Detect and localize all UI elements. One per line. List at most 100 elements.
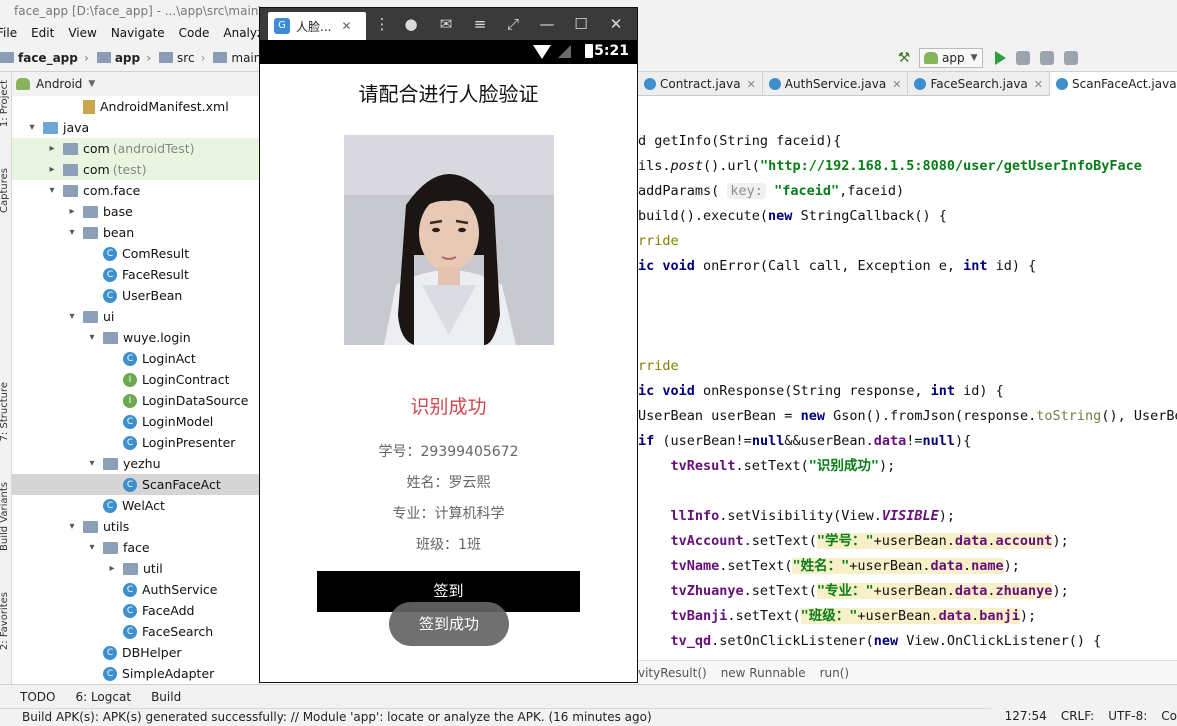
tab-face-search[interactable]: FaceSearch.java ✕ bbox=[908, 72, 1050, 96]
tree-item-label: com bbox=[83, 141, 110, 156]
tree-item[interactable]: ▸ com (androidTest) bbox=[12, 138, 259, 159]
tree-item[interactable]: ▾ com.face bbox=[12, 180, 259, 201]
expand-arrow-icon[interactable]: ▾ bbox=[46, 185, 58, 196]
tree-item[interactable]: C ScanFaceAct bbox=[12, 474, 259, 495]
project-view-header[interactable]: Android ▼ bbox=[12, 72, 259, 96]
sync-icon[interactable] bbox=[1063, 51, 1078, 65]
tree-item[interactable]: C ComResult bbox=[12, 243, 259, 264]
menu-file[interactable]: File bbox=[0, 26, 23, 40]
tree-item[interactable]: C DBHelper bbox=[12, 642, 259, 663]
code-crumb[interactable]: new Runnable bbox=[721, 666, 806, 680]
breadcrumb-main[interactable]: main bbox=[213, 51, 261, 65]
run-toolbar: ⚒ app ▼ bbox=[895, 47, 1078, 69]
run-icon[interactable] bbox=[994, 51, 1006, 65]
tree-item[interactable]: ▸ base bbox=[12, 201, 259, 222]
code-crumb[interactable]: run() bbox=[820, 666, 850, 680]
run-config-select[interactable]: app ▼ bbox=[919, 48, 983, 68]
maximize-icon[interactable]: ☐ bbox=[571, 15, 591, 33]
expand-arrow-icon[interactable]: ▾ bbox=[86, 458, 98, 469]
tool-tab-captures[interactable]: Captures bbox=[0, 168, 10, 213]
tree-item[interactable]: C LoginAct bbox=[12, 348, 259, 369]
expand-arrow-icon[interactable]: ▾ bbox=[66, 227, 78, 238]
tree-item[interactable]: ▾ face bbox=[12, 537, 259, 558]
minimize-icon[interactable]: — bbox=[537, 15, 557, 33]
menu-view[interactable]: View bbox=[60, 26, 102, 40]
tree-item[interactable]: ▾ ui bbox=[12, 306, 259, 327]
expand-arrow-icon[interactable]: ▾ bbox=[86, 542, 98, 553]
expand-arrow-icon[interactable]: ▸ bbox=[46, 143, 58, 154]
tree-item[interactable]: C FaceSearch bbox=[12, 621, 259, 642]
menu-icon[interactable]: ≡ bbox=[470, 15, 490, 33]
tool-todo[interactable]: TODO bbox=[20, 690, 55, 704]
tree-item-label: util bbox=[143, 561, 163, 576]
expand-arrow-icon[interactable]: ▾ bbox=[66, 521, 78, 532]
tree-item-label: DBHelper bbox=[122, 645, 182, 660]
tree-item[interactable]: I LoginDataSource bbox=[12, 390, 259, 411]
menu-edit[interactable]: Edit bbox=[23, 26, 60, 40]
tree-item[interactable]: ▾ java bbox=[12, 117, 259, 138]
more-vert-icon[interactable]: ⋮ bbox=[372, 15, 392, 33]
tree-item[interactable]: C AuthService bbox=[12, 579, 259, 600]
tool-tab-structure[interactable]: 7: Structure bbox=[0, 382, 10, 441]
expand-arrow-icon[interactable]: ▸ bbox=[66, 206, 78, 217]
close-icon[interactable]: ✕ bbox=[341, 19, 351, 33]
class-icon bbox=[1056, 78, 1068, 90]
tree-item[interactable]: ▸ com (test) bbox=[12, 159, 259, 180]
tree-item[interactable]: ▾ yezhu bbox=[12, 453, 259, 474]
tree-item[interactable]: C FaceAdd bbox=[12, 600, 259, 621]
tree-item[interactable]: C LoginPresenter bbox=[12, 432, 259, 453]
breadcrumb-app[interactable]: app › bbox=[96, 51, 151, 65]
account-icon[interactable]: ● bbox=[401, 15, 421, 33]
tree-item[interactable]: ▾ wuye.login bbox=[12, 327, 259, 348]
tool-build[interactable]: Build bbox=[151, 690, 181, 704]
close-icon[interactable]: ✕ bbox=[747, 78, 756, 91]
breadcrumb-src[interactable]: src › bbox=[159, 51, 205, 65]
menu-navigate[interactable]: Navigate bbox=[103, 26, 171, 40]
line-separator[interactable]: CRLF: bbox=[1061, 708, 1094, 726]
debug-icon[interactable] bbox=[1015, 51, 1030, 65]
tree-item[interactable]: C UserBean bbox=[12, 285, 259, 306]
breadcrumb-project[interactable]: face_app › bbox=[0, 51, 89, 65]
expand-arrow-icon[interactable]: ▾ bbox=[26, 122, 38, 133]
tree-item[interactable]: C FaceResult bbox=[12, 264, 259, 285]
expand-arrow-icon[interactable]: ▸ bbox=[46, 164, 58, 175]
close-icon[interactable]: ✕ bbox=[1034, 78, 1043, 91]
tab-scan-face-act[interactable]: ScanFaceAct.java✕ bbox=[1050, 72, 1177, 96]
tree-item[interactable]: C WelAct bbox=[12, 495, 259, 516]
tool-logcat[interactable]: 6: Logcat bbox=[75, 690, 131, 704]
expand-arrow-icon[interactable]: ▾ bbox=[66, 311, 78, 322]
tree-item[interactable]: ▾ utils bbox=[12, 516, 259, 537]
tab-auth-service[interactable]: AuthService.java ✕ bbox=[763, 72, 909, 96]
profile-icon[interactable] bbox=[1039, 51, 1054, 65]
code-line: ic void onError(Call call, Exception e, … bbox=[638, 258, 1037, 274]
tree-item[interactable]: C SimpleAdapter bbox=[12, 663, 259, 684]
menu-code[interactable]: Code bbox=[171, 26, 216, 40]
tool-tab-favorites[interactable]: 2: Favorites bbox=[0, 592, 10, 650]
tree-item[interactable]: I LoginContract bbox=[12, 369, 259, 390]
close-icon[interactable]: ✕ bbox=[892, 78, 901, 91]
expand-arrow-icon[interactable]: ▸ bbox=[106, 563, 118, 574]
file-encoding[interactable]: UTF-8: bbox=[1108, 708, 1147, 726]
expand-arrow-icon[interactable]: ▾ bbox=[86, 332, 98, 343]
code-line: tvZhuanye.setText("专业："+userBean.data.zh… bbox=[670, 583, 1069, 599]
tree-item-label: FaceResult bbox=[122, 267, 189, 282]
tree-item[interactable]: ▸ util bbox=[12, 558, 259, 579]
tool-tab-project[interactable]: 1: Project bbox=[0, 80, 10, 127]
tab-contract[interactable]: Contract.java ✕ bbox=[638, 72, 763, 96]
tree-item[interactable]: AndroidManifest.xml bbox=[12, 96, 259, 117]
close-window-icon[interactable]: ✕ bbox=[606, 15, 626, 33]
tree-item[interactable]: C LoginModel bbox=[12, 411, 259, 432]
resize-icon[interactable]: ⤢ bbox=[503, 15, 523, 33]
tree-item-label: LoginAct bbox=[142, 351, 196, 366]
emulator-app-tab[interactable]: G 人脸... ✕ bbox=[268, 12, 366, 40]
hammer-icon[interactable]: ⚒ bbox=[895, 49, 913, 67]
tree-item[interactable]: ▾ bean bbox=[12, 222, 259, 243]
mail-icon[interactable]: ✉ bbox=[436, 15, 456, 33]
code-crumb[interactable]: vityResult() bbox=[638, 666, 707, 680]
tree-item-label: utils bbox=[103, 519, 130, 534]
chevron-right-icon: › bbox=[200, 50, 206, 65]
code-editor[interactable]: d getInfo(String faceid){ ils.post().url… bbox=[638, 120, 1177, 660]
signal-icon bbox=[558, 45, 571, 58]
tool-tab-build-variants[interactable]: Build Variants bbox=[0, 482, 10, 551]
caret-position[interactable]: 127:54 bbox=[1005, 708, 1047, 726]
